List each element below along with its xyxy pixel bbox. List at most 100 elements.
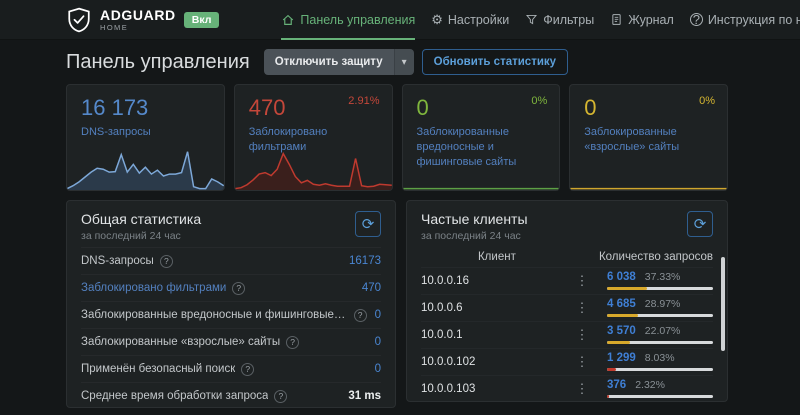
nav-item-dashboard[interactable]: Панель управления — [281, 0, 415, 39]
stat-row-value: 0 — [375, 336, 381, 348]
adguard-shield-logo-icon — [66, 7, 92, 33]
help-icon[interactable]: ? — [286, 336, 299, 349]
client-count[interactable]: 376 — [607, 380, 626, 392]
refresh-icon[interactable]: ⟳ — [687, 211, 713, 237]
table-row: Заблокированные вредоносные и фишинговые… — [81, 301, 381, 328]
clients-table: 10.0.0.16 ⋮ 6 038 37.33% 10.0.0.6 ⋮ 4 685… — [407, 267, 727, 402]
client-progress-bar — [607, 395, 713, 398]
client-ip[interactable]: 10.0.0.103 — [421, 383, 569, 395]
brand-name: ADGUARD — [100, 8, 176, 22]
table-row: 10.0.0.1 ⋮ 3 570 22.07% — [421, 321, 713, 348]
help-circle-icon: ? — [690, 13, 703, 26]
table-row: Среднее время обработки запроса? 31 ms — [81, 382, 381, 409]
nav-item-label: Инструкция по настройке — [708, 13, 800, 27]
blocked-malware-sparkline — [403, 136, 560, 190]
client-percent: 22.07% — [645, 326, 681, 337]
table-row: DNS-запросы? 16173 — [81, 247, 381, 274]
table-row: 10.0.0.102 ⋮ 1 2998.03% — [421, 348, 713, 375]
help-icon[interactable]: ? — [160, 255, 173, 268]
stat-row-value: 31 ms — [348, 390, 381, 402]
client-count[interactable]: 3 570 — [607, 326, 636, 338]
client-ip[interactable]: 10.0.0.16 — [421, 275, 569, 287]
kebab-menu-icon[interactable]: ⋮ — [569, 327, 595, 343]
client-progress-bar — [607, 287, 713, 290]
brand: ADGUARD HOME Вкл — [66, 7, 219, 33]
stat-row-label: Заблокированные «взрослые» сайты — [81, 336, 280, 348]
stat-card-blocked-filters: 2.91% 470 Заблокировано фильтрами — [234, 84, 393, 191]
refresh-icon[interactable]: ⟳ — [355, 211, 381, 237]
stat-row-label: Применён безопасный поиск — [81, 363, 235, 375]
home-icon — [281, 13, 295, 27]
table-row: Заблокированные «взрослые» сайты? 0 — [81, 328, 381, 355]
blocked-adult-sparkline — [570, 136, 727, 190]
stat-card-blocked-malware: 0% 0 Заблокированные вредоносные и фишин… — [402, 84, 561, 191]
stat-value: 0 — [417, 95, 546, 121]
table-row: Заблокировано фильтрами? 470 — [81, 274, 381, 301]
journal-icon — [610, 13, 623, 26]
help-icon[interactable]: ? — [274, 390, 287, 403]
client-percent: 2.32% — [635, 380, 665, 391]
main-nav: Панель управления ⚙ Настройки Фильтры Жу… — [281, 0, 800, 39]
stat-row-label: Среднее время обработки запроса — [81, 390, 268, 402]
client-ip[interactable]: 10.0.0.6 — [421, 302, 569, 314]
stat-card-dns-queries: 16 173 DNS-запросы — [66, 84, 225, 191]
bottom-row: Общая статистика за последний 24 час ⟳ D… — [66, 200, 728, 408]
nav-item-label: Настройки — [448, 13, 509, 27]
panel-subtitle: за последний 24 час — [81, 230, 201, 242]
help-icon[interactable]: ? — [241, 363, 254, 376]
stat-value: 16 173 — [81, 95, 210, 121]
nav-item-filters[interactable]: Фильтры — [525, 0, 594, 39]
stat-row-label: DNS-запросы — [81, 255, 154, 267]
kebab-menu-icon[interactable]: ⋮ — [569, 354, 595, 370]
scrollbar-thumb[interactable] — [721, 257, 725, 351]
nav-item-label: Журнал — [628, 13, 674, 27]
blocked-filters-sparkline — [235, 136, 392, 190]
client-progress-fill — [607, 368, 616, 371]
help-icon[interactable]: ? — [232, 282, 245, 295]
client-percent: 37.33% — [645, 272, 681, 283]
filter-icon — [525, 13, 538, 26]
disable-protection-button[interactable]: Отключить защиту ▾ — [264, 49, 414, 75]
client-progress-bar — [607, 341, 713, 344]
chevron-down-icon[interactable]: ▾ — [394, 49, 414, 75]
client-count[interactable]: 6 038 — [607, 272, 636, 284]
kebab-menu-icon[interactable]: ⋮ — [569, 273, 595, 289]
client-ip[interactable]: 10.0.0.102 — [421, 356, 569, 368]
help-icon[interactable]: ? — [354, 309, 367, 322]
table-row: Применён безопасный поиск? 0 — [81, 355, 381, 382]
client-count[interactable]: 4 685 — [607, 299, 636, 311]
kebab-menu-icon[interactable]: ⋮ — [569, 300, 595, 316]
top-clients-card: Частые клиенты за последний 24 час ⟳ Кли… — [406, 200, 728, 402]
stat-row-label: Заблокированные вредоносные и фишинговые… — [81, 309, 348, 321]
gear-icon: ⚙ — [431, 13, 443, 26]
client-ip[interactable]: 10.0.0.1 — [421, 329, 569, 341]
table-row: 10.0.0.6 ⋮ 4 685 28.97% — [421, 294, 713, 321]
nav-item-label: Панель управления — [300, 13, 415, 27]
client-progress-bar — [607, 368, 713, 371]
column-client: Клиент — [421, 251, 573, 263]
panel-title: Частые клиенты — [421, 211, 528, 227]
navbar: ADGUARD HOME Вкл Панель управления ⚙ Нас… — [0, 0, 800, 40]
stat-percent: 0% — [699, 95, 715, 107]
stat-row-value: 16173 — [349, 255, 381, 267]
nav-item-settings[interactable]: ⚙ Настройки — [431, 0, 509, 39]
nav-item-setup-guide[interactable]: ? Инструкция по настройке — [690, 0, 800, 39]
general-stats-header: Общая статистика за последний 24 час ⟳ — [67, 201, 395, 247]
stat-row-label[interactable]: Заблокировано фильтрами — [81, 282, 226, 294]
client-progress-fill — [607, 287, 647, 290]
nav-item-query-log[interactable]: Журнал — [610, 0, 674, 39]
client-percent: 28.97% — [645, 299, 681, 310]
stat-card-blocked-adult: 0% 0 Заблокированные «взрослые» сайты — [569, 84, 728, 191]
brand-text: ADGUARD HOME — [100, 8, 176, 32]
general-stats-card: Общая статистика за последний 24 час ⟳ D… — [66, 200, 396, 408]
general-stats-table: DNS-запросы? 16173 Заблокировано фильтра… — [67, 247, 395, 409]
client-count[interactable]: 1 299 — [607, 353, 636, 365]
table-row: 10.0.0.16 ⋮ 6 038 37.33% — [421, 267, 713, 294]
table-row: 10.0.0.103 ⋮ 376 2.32% — [421, 375, 713, 402]
kebab-menu-icon[interactable]: ⋮ — [569, 381, 595, 397]
refresh-statistics-button[interactable]: Обновить статистику — [422, 49, 568, 75]
stat-row-value: 470 — [362, 282, 381, 294]
panel-title: Общая статистика — [81, 211, 201, 227]
top-clients-header: Частые клиенты за последний 24 час ⟳ — [407, 201, 727, 247]
client-progress-fill — [607, 395, 609, 398]
